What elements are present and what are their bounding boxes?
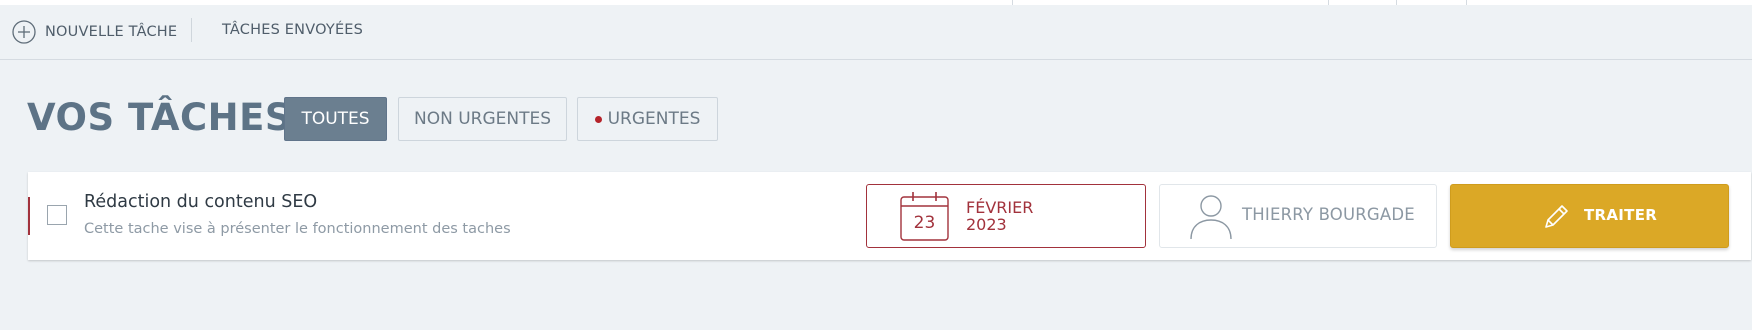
sent-tasks-link[interactable]: TÂCHES ENVOYÉES (222, 22, 363, 38)
assignee-box: THIERRY BOURGADE (1159, 184, 1437, 248)
new-task-button[interactable]: NOUVELLE TÂCHE (12, 20, 177, 44)
task-subnav: NOUVELLE TÂCHE TÂCHES ENVOYÉES (0, 5, 1752, 60)
new-task-label: NOUVELLE TÂCHE (45, 24, 178, 40)
due-year: 2023 (966, 215, 1007, 234)
task-card: Rédaction du contenu SEO Cette tache vis… (28, 172, 1751, 260)
due-month: FÉVRIER (966, 198, 1034, 217)
page-title: VOS TÂCHES (27, 96, 293, 139)
task-description: Cette tache vise à présenter le fonction… (84, 221, 511, 237)
treat-label: TRAITER (1584, 206, 1658, 224)
task-title: Rédaction du contenu SEO (84, 192, 318, 212)
urgent-dot-icon (594, 115, 602, 123)
due-day: 23 (913, 213, 936, 233)
filter-urgent-label: URGENTES (607, 109, 701, 129)
filter-urgent-button[interactable]: URGENTES (577, 97, 718, 141)
due-date-box: 23 FÉVRIER 2023 (866, 184, 1146, 248)
plus-circle-icon (12, 20, 36, 44)
treat-task-button[interactable]: TRAITER (1450, 184, 1729, 248)
filter-all-button[interactable]: TOUTES (284, 97, 387, 141)
nav-divider (191, 18, 192, 42)
urgency-indicator (28, 197, 30, 235)
user-icon (1190, 195, 1232, 240)
pencil-icon (1545, 205, 1568, 228)
filter-all-label: TOUTES (301, 109, 370, 129)
task-checkbox[interactable] (47, 205, 67, 225)
filter-non-urgent-button[interactable]: NON URGENTES (398, 97, 567, 141)
filter-non-urgent-label: NON URGENTES (413, 109, 552, 129)
assignee-name: THIERRY BOURGADE (1242, 205, 1415, 224)
